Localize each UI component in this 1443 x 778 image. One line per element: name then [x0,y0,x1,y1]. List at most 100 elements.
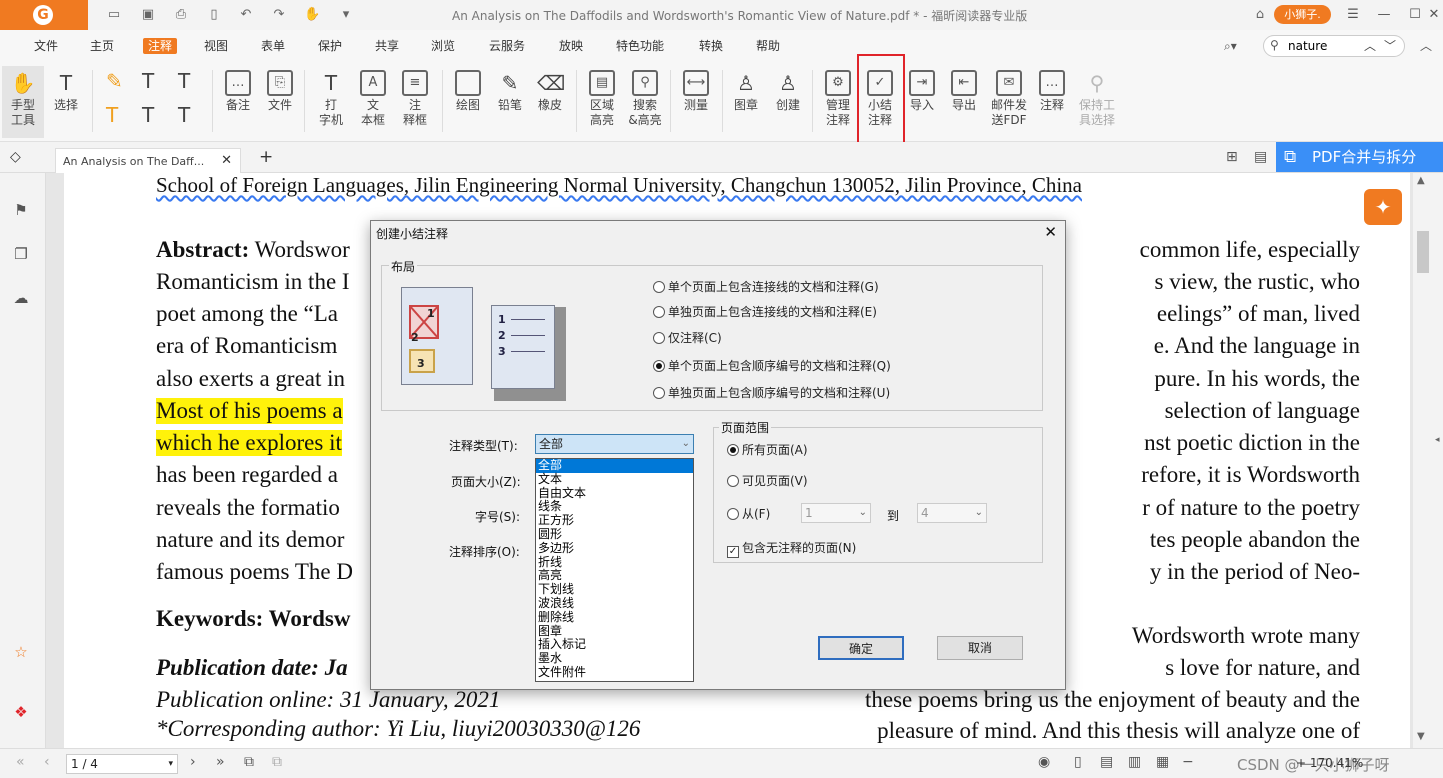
type-option[interactable]: 自由文本 [536,486,693,501]
search-next-icon[interactable]: ﹀ [1384,37,1396,54]
radio-button[interactable] [653,387,665,399]
layout-option[interactable]: 仅注释(C) [653,330,722,346]
checkbox-checked[interactable]: ✓ [727,546,739,558]
to-page-select[interactable]: 4 ⌄ [917,503,987,523]
continuous-page-icon[interactable]: ▤ [1100,754,1113,770]
strikeout-text-icon[interactable]: T [178,68,204,94]
layout-option[interactable]: 单独页面上包含连接线的文档和注释(E) [653,304,877,320]
typewriter-button[interactable]: T 打 字机 [310,66,352,138]
minimize-button[interactable]: — [1375,6,1393,24]
radio-button[interactable] [653,332,665,344]
scroll-down-icon[interactable]: ▼ [1417,731,1425,742]
bookmark-icon[interactable]: ⚑ [12,201,30,221]
menu-file[interactable]: 文件 [34,38,58,54]
export-button[interactable]: ⇤ 导出 [944,66,984,138]
type-option[interactable]: 波浪线 [536,596,693,611]
manage-comments-button[interactable]: ⚙ 管理 注释 [818,66,858,138]
menu-share[interactable]: 共享 [375,38,399,54]
right-panel-expand-icon[interactable]: ◂ [1435,435,1440,445]
bookmark-star-icon[interactable]: ☆ [12,643,30,663]
menu-slideshow[interactable]: 放映 [559,38,583,54]
callout-button[interactable]: ≡ 注 释框 [394,66,436,138]
menu-cloud[interactable]: 云服务 [489,38,525,54]
two-page-continuous-icon[interactable]: ▦ [1156,754,1169,770]
read-mode-icon[interactable]: ◉ [1038,754,1050,770]
type-option[interactable]: 墨水 [536,651,693,666]
customize-quick-access-icon[interactable]: ▾ [338,7,354,23]
open-folder-icon[interactable]: ▭ [106,7,122,23]
menu-view[interactable]: 视图 [204,38,228,54]
keep-tool-selected-button[interactable]: ⚲ 保持工 具选择 [1074,66,1120,138]
scroll-thumb[interactable] [1417,231,1429,273]
undo-icon[interactable]: ↶ [238,7,254,23]
menu-features[interactable]: 特色功能 [616,38,664,54]
zoom-level[interactable]: + 170.41% [1296,756,1363,770]
note-button[interactable]: … 备注 [218,66,258,138]
layout-option[interactable]: 单独页面上包含顺序编号的文档和注释(U) [653,385,890,401]
scroll-up-icon[interactable]: ▲ [1417,175,1425,186]
squiggly-text-icon[interactable]: T [106,102,132,128]
radio-button-selected[interactable] [727,444,739,456]
last-page-icon[interactable]: » [216,754,225,770]
stamp-button[interactable]: ♙ 图章 [726,66,766,138]
menu-home[interactable]: 主页 [90,38,114,54]
two-page-icon[interactable]: ▥ [1128,754,1141,770]
visible-pages-option[interactable]: 可见页面(V) [727,473,808,489]
prev-view-icon[interactable]: ⧉ [244,754,254,770]
radio-button-selected[interactable] [653,360,665,372]
type-option[interactable]: 文本 [536,472,693,487]
prev-page-icon[interactable]: ‹ [44,754,50,770]
type-option[interactable]: 高亮 [536,569,693,583]
layout-option[interactable]: 单个页面上包含连接线的文档和注释(G) [653,279,879,295]
radio-button[interactable] [727,475,739,487]
apps-icon[interactable]: ❖ [12,703,30,723]
highlight-pen-icon[interactable]: ✎ [106,68,132,94]
insert-text-icon[interactable]: T [178,102,204,128]
pages-icon[interactable]: ❐ [12,245,30,265]
ok-button[interactable]: 确定 [818,636,904,660]
hand-tool-quick-icon[interactable]: ✋ [304,7,320,23]
grid-view-icon[interactable]: ⊞ [1226,149,1238,165]
replace-text-icon[interactable]: T [142,102,168,128]
redo-icon[interactable]: ↷ [271,7,287,23]
all-pages-option[interactable]: 所有页面(A) [727,442,808,458]
eraser-tab-icon[interactable]: ◇ [10,149,21,165]
close-window-button[interactable]: ✕ [1425,6,1443,24]
close-icon[interactable]: ✕ [1044,223,1057,241]
menu-comment[interactable]: 注释 [143,38,178,54]
import-button[interactable]: ⇥ 导入 [902,66,942,138]
file-attach-button[interactable]: ⎘ 文件 [260,66,300,138]
measure-button[interactable]: ⟷ 测量 [676,66,716,138]
area-highlight-button[interactable]: ▤ 区域 高亮 [582,66,622,138]
comments-panel-icon[interactable]: ☁ [12,289,30,309]
menu-form[interactable]: 表单 [261,38,285,54]
type-option-selected[interactable]: 全部 [536,459,693,473]
ribbon-collapse-icon[interactable]: ︿ [1420,38,1432,54]
menu-icon[interactable]: ☰ [1344,6,1362,24]
create-stamp-button[interactable]: ♙ 创建 [768,66,808,138]
email-fdf-button[interactable]: ✉ 邮件发 送FDF [986,66,1032,138]
new-doc-icon[interactable]: ▯ [206,7,222,23]
type-option[interactable]: 文件附件 [536,665,693,680]
select-tool-button[interactable]: T 选择 [46,66,86,138]
textbox-button[interactable]: A 文 本框 [352,66,394,138]
from-page-select[interactable]: 1 ⌄ [801,503,871,523]
first-page-icon[interactable]: « [16,754,25,770]
type-option[interactable]: 图章 [536,624,693,639]
next-view-icon[interactable]: ⧉ [272,754,282,770]
lightbulb-tips-icon[interactable]: ✦ [1364,189,1402,225]
search-box[interactable]: ⚲ ︿ ﹀ [1263,35,1405,57]
underline-text-icon[interactable]: T [142,68,168,94]
from-pages-option[interactable]: 从(F) [727,506,770,522]
type-option[interactable]: 圆形 [536,527,693,542]
close-tab-icon[interactable]: ✕ [221,153,232,168]
zoom-out-icon[interactable]: − [1182,754,1194,770]
single-page-icon[interactable]: ▯ [1074,754,1082,770]
comment-button[interactable]: … 注释 [1032,66,1072,138]
page-view-icon[interactable]: ▤ [1254,149,1267,165]
user-badge[interactable]: 小狮子. [1274,5,1331,24]
pencil-button[interactable]: ✎ 铅笔 [490,66,530,138]
drawing-button[interactable]: 绘图 [448,66,488,138]
page-dropdown-icon[interactable]: ▾ [168,755,173,773]
app-logo[interactable]: G [0,0,88,30]
